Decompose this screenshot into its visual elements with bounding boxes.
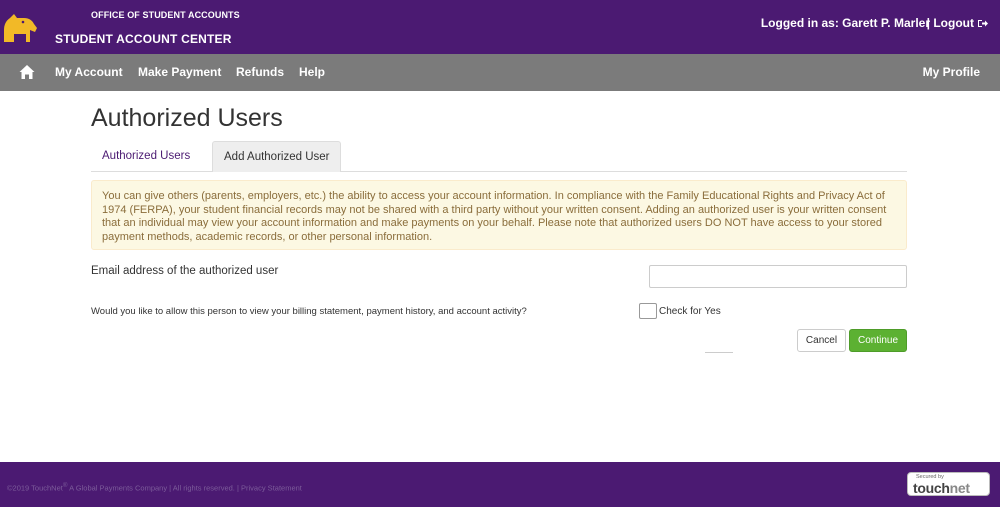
divider (705, 352, 733, 353)
cancel-button[interactable]: Cancel (797, 329, 846, 352)
allow-view-checkbox[interactable] (639, 303, 657, 319)
main-nav: My Account Make Payment Refunds Help My … (0, 54, 1000, 91)
email-label: Email address of the authorized user (91, 265, 279, 277)
email-field[interactable] (649, 265, 907, 288)
touchnet-badge: Secured by touchnet (907, 472, 990, 496)
site-header: OFFICE OF STUDENT ACCOUNTS STUDENT ACCOU… (0, 0, 1000, 54)
dog-mascot-icon[interactable] (0, 8, 40, 48)
logout-arrow-icon[interactable] (978, 19, 988, 28)
badge-touch: touch (913, 480, 950, 496)
page-title: Authorized Users (91, 104, 283, 132)
badge-net: net (949, 480, 970, 496)
permission-question: Would you like to allow this person to v… (91, 306, 527, 317)
home-icon[interactable] (19, 64, 35, 80)
copyright-text: ©2019 TouchNet® A Global Payments Compan… (7, 482, 302, 493)
copyright-prefix: ©2019 TouchNet (7, 483, 63, 493)
check-label: Check for Yes (659, 306, 721, 317)
logout-link[interactable]: | Logout (927, 16, 988, 30)
office-label: OFFICE OF STUDENT ACCOUNTS (91, 10, 240, 20)
logged-in-prefix: Logged in as: (760, 16, 839, 30)
app-title: STUDENT ACCOUNT CENTER (55, 32, 232, 46)
nav-make-payment[interactable]: Make Payment (138, 54, 221, 91)
privacy-statement-link[interactable]: Privacy Statement (241, 484, 302, 493)
tab-add-authorized-user[interactable]: Add Authorized User (212, 141, 342, 172)
logout-label[interactable]: | Logout (927, 16, 974, 30)
nav-my-profile[interactable]: My Profile (923, 54, 980, 91)
user-name: Garett P. Marler (842, 16, 930, 30)
ferpa-notice: You can give others (parents, employers,… (91, 180, 907, 250)
nav-my-account[interactable]: My Account (55, 54, 123, 91)
copyright-brand: A Global Payments Company | All rights r… (67, 483, 242, 493)
tab-bar: Authorized Users Add Authorized User (91, 141, 907, 172)
tab-authorized-users[interactable]: Authorized Users (91, 141, 201, 172)
badge-logo: touchnet (913, 480, 970, 496)
nav-refunds[interactable]: Refunds (236, 54, 284, 91)
nav-help[interactable]: Help (299, 54, 325, 91)
continue-button[interactable]: Continue (849, 329, 907, 352)
logged-in-status: Logged in as: Garett P. Marler (761, 16, 930, 30)
